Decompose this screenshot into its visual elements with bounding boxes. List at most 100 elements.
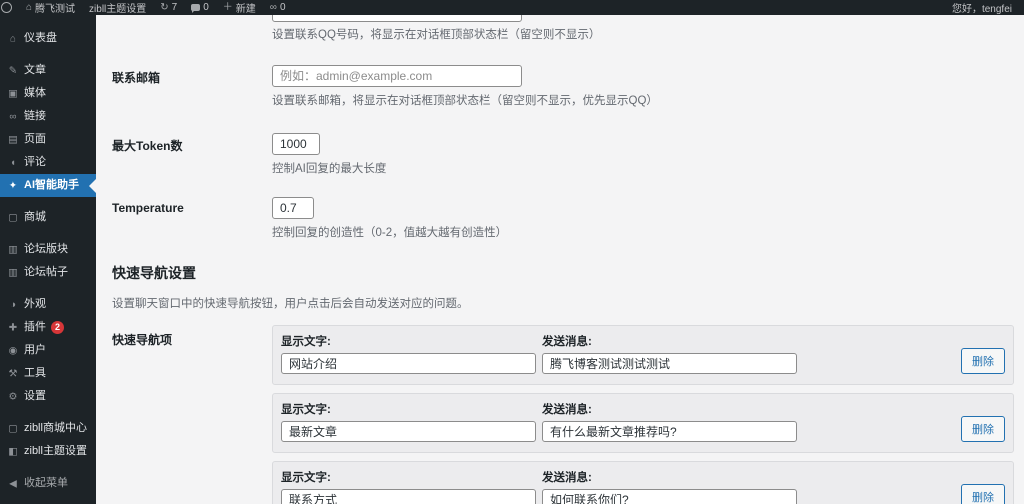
sidebar-item-label: 媒体 — [24, 87, 46, 99]
temperature-desc: 控制回复的创造性（0-2，值越大越有创造性） — [272, 227, 508, 240]
posts-icon: ✎ — [8, 65, 18, 76]
shop-icon: ▢ — [8, 212, 18, 223]
display-text-input[interactable] — [281, 421, 536, 443]
send-message-label: 发送消息: — [542, 336, 592, 349]
delete-button[interactable]: 删除 — [961, 416, 1005, 443]
sidebar-item-tools[interactable]: ⚒ 工具 — [0, 362, 96, 385]
sidebar-item-label: 评论 — [24, 156, 46, 168]
zibll-shop-icon: ▢ — [8, 423, 18, 434]
sidebar-item-label: 论坛版块 — [24, 243, 68, 255]
sidebar-item-dashboard[interactable]: ⌂ 仪表盘 — [0, 27, 96, 50]
contact-qq-desc: 设置联系QQ号码，将显示在对话框顶部状态栏（留空则不显示） — [272, 29, 601, 41]
sidebar-item-collapse-menu[interactable]: ◀ 收起菜单 — [0, 472, 96, 495]
sidebar-item-appearance[interactable]: ◑ 外观 — [0, 293, 96, 316]
sidebar-item-settings[interactable]: ⚙ 设置 — [0, 385, 96, 408]
sidebar-item-forum-sections[interactable]: ▥ 论坛版块 — [0, 238, 96, 261]
send-message-input[interactable] — [542, 421, 797, 443]
sidebar-item-comments[interactable]: ◖ 评论 — [0, 151, 96, 174]
display-text-label: 显示文字: — [281, 472, 331, 485]
sidebar-item-posts[interactable]: ✎ 文章 — [0, 59, 96, 82]
temperature-input[interactable] — [272, 197, 314, 220]
wordpress-logo-icon[interactable] — [0, 0, 19, 15]
display-text-input[interactable] — [281, 353, 536, 375]
quick-nav-section-title: 快速导航设置 — [112, 265, 196, 282]
sidebar-item-label: 用户 — [24, 344, 46, 356]
active-item-arrow — [89, 178, 96, 193]
sidebar-item-label: 文章 — [24, 64, 46, 76]
sidebar-item-ai-assistant[interactable]: ✦ AI智能助手 — [0, 174, 96, 197]
sidebar-item-label: 商城 — [24, 211, 46, 223]
sidebar-item-label: 论坛帖子 — [24, 266, 68, 278]
site-name: 腾飞测试 — [35, 4, 76, 15]
sidebar-menu: ⌂ 仪表盘 ✎ 文章 ▣ 媒体 ∞ 链接 ▤ 页面 ◖ 评论 ✦ AI智能助手 ▢ 商城 ▥ 论坛版块 ▥ 论坛帖子 ◑… — [0, 27, 96, 495]
sidebar-item-media[interactable]: ▣ 媒体 — [0, 82, 96, 105]
settings-panel: 设置联系QQ号码，将显示在对话框顶部状态栏（留空则不显示） 联系邮箱 设置联系邮… — [96, 6, 1024, 504]
send-message-label: 发送消息: — [542, 472, 592, 485]
sidebar-item-forum-posts[interactable]: ▥ 论坛帖子 — [0, 261, 96, 284]
admin-sidebar: ⌂ 仪表盘 ✎ 文章 ▣ 媒体 ∞ 链接 ▤ 页面 ◖ 评论 ✦ AI智能助手 ▢ 商城 ▥ 论坛版块 ▥ 论坛帖子 ◑… — [0, 15, 96, 504]
home-icon: ⌂ — [26, 1, 33, 13]
sidebar-item-label: 收起菜单 — [24, 477, 68, 489]
sidebar-item-plugins[interactable]: ✚ 插件 2 — [0, 316, 96, 339]
sidebar-item-zibll-theme[interactable]: ◧ zibll主题设置 — [0, 440, 96, 463]
users-icon: ◉ — [8, 345, 18, 356]
sidebar-item-label: 外观 — [24, 298, 46, 310]
display-text-label: 显示文字: — [281, 336, 331, 349]
nav-item-card: 显示文字: 发送消息: 删除 — [272, 461, 1014, 504]
contact-qq-label — [112, 15, 272, 43]
contact-qq-row: 设置联系QQ号码，将显示在对话框顶部状态栏（留空则不显示） — [112, 6, 1014, 43]
max-token-row: 最大Token数 控制AI回复的最大长度 — [112, 133, 1014, 177]
settings-icon: ⚙ — [8, 391, 18, 402]
user-greeting: 您好，tengfei — [951, 4, 1012, 15]
forum-posts-icon: ▥ — [8, 267, 18, 278]
tools-icon: ⚒ — [8, 368, 18, 379]
max-token-label: 最大Token数 — [112, 139, 183, 154]
comments-bubble-icon — [191, 4, 201, 13]
theme-settings-label: zibll主题设置 — [89, 4, 147, 15]
comments-count: 0 — [203, 2, 209, 13]
sidebar-item-links[interactable]: ∞ 链接 — [0, 105, 96, 128]
updates-icon: ↻ — [160, 1, 169, 13]
send-message-label: 发送消息: — [542, 404, 592, 417]
contact-email-row: 联系邮箱 设置联系邮箱，将显示在对话框顶部状态栏（留空则不显示，优先显示QQ） — [112, 65, 1014, 109]
link-icon: ∞ — [269, 1, 277, 13]
appearance-icon: ◑ — [9, 299, 17, 310]
media-icon: ▣ — [8, 88, 18, 99]
new-content-menu[interactable]: ＋ 新建 — [216, 0, 263, 15]
temperature-label: Temperature — [112, 201, 184, 216]
sidebar-item-pages[interactable]: ▤ 页面 — [0, 128, 96, 151]
new-label: 新建 — [235, 4, 256, 15]
plugins-icon: ✚ — [8, 322, 18, 333]
plus-icon: ＋ — [222, 1, 233, 13]
user-greeting-menu[interactable]: 您好，tengfei — [945, 0, 1016, 15]
comments-menu[interactable]: 0 — [184, 0, 216, 15]
sidebar-item-label: 页面 — [24, 133, 46, 145]
sidebar-item-users[interactable]: ◉ 用户 — [0, 339, 96, 362]
site-menu[interactable]: ⌂ 腾飞测试 — [19, 0, 82, 15]
contact-email-input[interactable] — [272, 65, 522, 88]
max-token-desc: 控制AI回复的最大长度 — [272, 163, 387, 176]
sidebar-item-label: 链接 — [24, 110, 46, 122]
quick-nav-items-row: 快速导航项 显示文字: 发送消息: 删除 显示文字: — [112, 325, 1014, 504]
display-text-input[interactable] — [281, 489, 536, 504]
send-message-input[interactable] — [542, 489, 797, 504]
collapse-menu-icon: ◀ — [9, 478, 17, 489]
send-message-input[interactable] — [542, 353, 797, 375]
display-text-label: 显示文字: — [281, 404, 331, 417]
sidebar-item-shop[interactable]: ▢ 商城 — [0, 206, 96, 229]
sidebar-item-label: AI智能助手 — [24, 179, 79, 191]
contact-email-label: 联系邮箱 — [112, 71, 161, 86]
temperature-row: Temperature 控制回复的创造性（0-2，值越大越有创造性） — [112, 197, 1014, 241]
quick-nav-items-label: 快速导航项 — [112, 333, 173, 348]
updates-menu[interactable]: ↻ 7 — [153, 0, 184, 15]
theme-settings-menu[interactable]: zibll主题设置 — [82, 0, 153, 15]
sidebar-item-zibll-shop[interactable]: ▢ zibll商城中心 — [0, 417, 96, 440]
comments-icon: ◖ — [9, 157, 17, 168]
ai-assistant-icon: ✦ — [8, 180, 18, 191]
delete-button[interactable]: 删除 — [961, 484, 1005, 504]
max-token-input[interactable] — [272, 133, 320, 156]
delete-button[interactable]: 删除 — [961, 348, 1005, 375]
links-icon: ∞ — [9, 111, 17, 122]
sidebar-item-label: 工具 — [24, 367, 46, 379]
links-menu[interactable]: ∞ 0 — [263, 0, 293, 15]
